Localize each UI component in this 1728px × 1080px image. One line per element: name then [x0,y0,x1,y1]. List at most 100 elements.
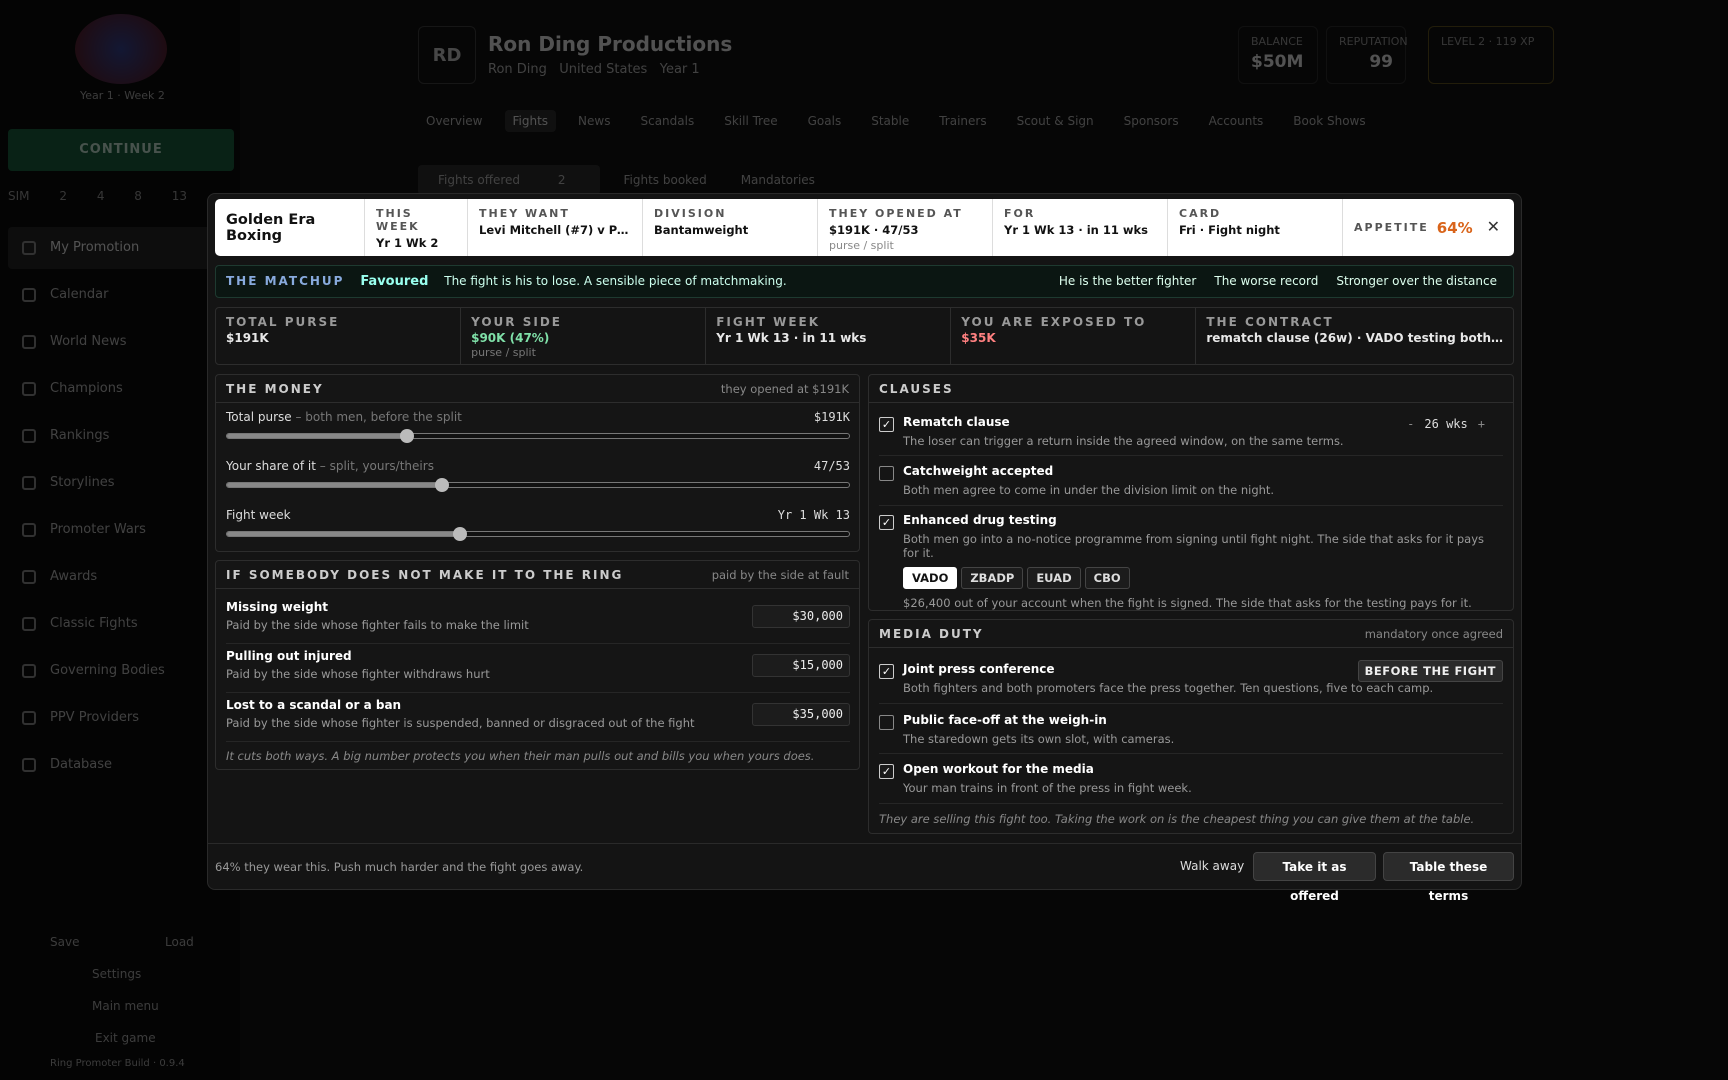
continue-button[interactable]: CONTINUE [8,129,234,171]
sim-step[interactable]: 13 [172,189,187,203]
calendar-icon [22,288,36,302]
increment-button[interactable]: + [1478,417,1485,431]
tab-goals[interactable]: Goals [800,110,850,132]
matchup-tag: The worse record [1214,274,1319,288]
rematch-weeks-value: 26 wks [1424,417,1468,431]
clauses-title: CLAUSES [869,375,1513,403]
sidebar-item-database[interactable]: Database [8,744,234,786]
sidebar-item-governing-bodies[interactable]: Governing Bodies [8,650,234,692]
rematch-checkbox[interactable]: ✓ [879,417,894,432]
tab-accounts[interactable]: Accounts [1201,110,1272,132]
book-icon [22,476,36,490]
balance-stat: BALANCE $50M [1238,26,1318,84]
divider [879,455,1503,456]
sidebar-item-rankings[interactable]: Rankings [8,415,234,457]
offer-cell-for: FOR Yr 1 Wk 13 · in 11 wks [993,199,1168,256]
subtab-mandatories[interactable]: Mandatories [731,169,825,191]
sidebar-item-awards[interactable]: Awards [8,556,234,598]
sim-steps: SIM 2 4 8 13 [8,189,213,203]
forfeit-row-injured: Pulling out injured Paid by the side whos… [226,644,850,693]
fight-week-slider[interactable] [226,527,850,541]
tv-icon [22,711,36,725]
sidebar-item-champions[interactable]: Champions [8,368,234,410]
offer-cell-opened-at: THEY OPENED AT $191K · 47/53 purse / split [818,199,993,256]
award-icon [22,570,36,584]
tab-book-shows[interactable]: Book Shows [1285,110,1373,132]
tab-trainers[interactable]: Trainers [931,110,994,132]
summary-total-purse: TOTAL PURSE $191K [216,308,462,364]
appetite: APPETITE 64% ✕ [1354,217,1500,237]
take-offer-button[interactable]: Take it as offered [1253,852,1376,903]
forfeit-scandal-input[interactable]: $35,000 [752,703,850,726]
game-logo [75,14,167,84]
decrement-button[interactable]: - [1407,417,1414,431]
slider-thumb[interactable] [453,527,468,541]
summary-your-side: YOUR SIDE $90K (47%) purse / split [461,308,707,364]
year-week: Year 1 · Week 2 [80,89,165,102]
tab-skill-tree[interactable]: Skill Tree [716,110,785,132]
share-slider[interactable] [226,478,850,492]
sidebar-item-storylines[interactable]: Storylines [8,462,234,504]
testing-cost: $26,400 out of your account when the fig… [903,596,1472,610]
exit-game-button[interactable]: Exit game [95,1031,156,1045]
offer-cell-this-week: THIS WEEK Yr 1 Wk 2 [365,199,468,256]
tab-stable[interactable]: Stable [863,110,917,132]
settings-button[interactable]: Settings [92,967,141,981]
catchweight-checkbox[interactable] [879,466,894,481]
total-purse-slider[interactable] [226,429,850,443]
agency-zbadp[interactable]: ZBADP [961,567,1024,589]
deal-summary: TOTAL PURSE $191K YOUR SIDE $90K (47%) purs… [215,307,1514,365]
agency-vado[interactable]: VADO [903,567,958,589]
promoter-name: Golden Era Boxing [215,199,365,256]
tab-news[interactable]: News [570,110,618,132]
close-icon[interactable]: ✕ [1487,217,1500,236]
header-subtitle: Ron Ding United States Year 1 [488,62,700,77]
slider-your-share: Your share of it – split, yours/theirs 4… [226,459,850,503]
main-menu-button[interactable]: Main menu [92,999,159,1013]
summary-exposure: YOU ARE EXPOSED TO $35K [951,308,1197,364]
matchup-tag: He is the better fighter [1058,274,1197,288]
tab-scandals[interactable]: Scandals [632,110,702,132]
matchup-label: THE MATCHUP [226,274,345,288]
sim-step[interactable]: 4 [97,189,105,203]
sidebar-item-classic-fights[interactable]: Classic Fights [8,603,234,645]
media-press-conference: ✓ Joint press conference Both fighters an… [879,660,1503,695]
forfeit-injured-input[interactable]: $15,000 [752,654,850,677]
sidebar-item-world-news[interactable]: World News [8,321,234,363]
load-button[interactable]: Load [165,935,194,949]
tab-sponsors[interactable]: Sponsors [1116,110,1187,132]
save-button[interactable]: Save [50,935,79,949]
sidebar-item-my-promotion[interactable]: My Promotion [8,227,234,269]
slider-fight-week: Fight week Yr 1 Wk 13 [226,508,850,552]
forfeit-weight-input[interactable]: $30,000 [752,605,850,628]
subtab-fights-offered[interactable]: Fights offered 2 [418,165,600,195]
media-title: MEDIA DUTY mandatory once agreed [869,620,1513,648]
walk-away-button[interactable]: Walk away [1168,852,1256,881]
sim-step[interactable]: 2 [59,189,67,203]
sidebar-item-promoter-wars[interactable]: Promoter Wars [8,509,234,551]
press-conference-checkbox[interactable]: ✓ [879,664,894,679]
tab-fights[interactable]: Fights [504,110,557,132]
matchup-bar: THE MATCHUP Favoured The fight is his to… [215,265,1514,298]
sidebar: Year 1 · Week 2 CONTINUE SIM 2 4 8 13 My… [0,0,240,1080]
divider [879,803,1503,804]
timing-badge[interactable]: BEFORE THE FIGHT [1357,660,1503,682]
clauses-panel: CLAUSES ✓ Rematch clause The loser can tr… [868,374,1514,611]
promotion-header: RD Ron Ding Productions Ron Ding United … [418,26,1554,84]
drug-testing-checkbox[interactable]: ✓ [879,515,894,530]
sim-step[interactable]: 8 [134,189,142,203]
open-workout-checkbox[interactable]: ✓ [879,764,894,779]
table-terms-button[interactable]: Table these terms [1383,852,1514,903]
sidebar-item-ppv-providers[interactable]: PPV Providers [8,697,234,739]
agency-euad[interactable]: EUAD [1027,567,1081,589]
subtab-fights-booked[interactable]: Fights booked [614,169,717,191]
face-off-checkbox[interactable] [879,715,894,730]
slider-thumb[interactable] [434,478,449,492]
tab-scout-sign[interactable]: Scout & Sign [1009,110,1102,132]
matchup-tags: He is the better fighter The worse record… [1041,266,1497,297]
trophy-icon [22,523,36,537]
slider-thumb[interactable] [400,429,415,443]
agency-cbo[interactable]: CBO [1084,567,1130,589]
tab-overview[interactable]: Overview [418,110,491,132]
sidebar-item-calendar[interactable]: Calendar [8,274,234,316]
